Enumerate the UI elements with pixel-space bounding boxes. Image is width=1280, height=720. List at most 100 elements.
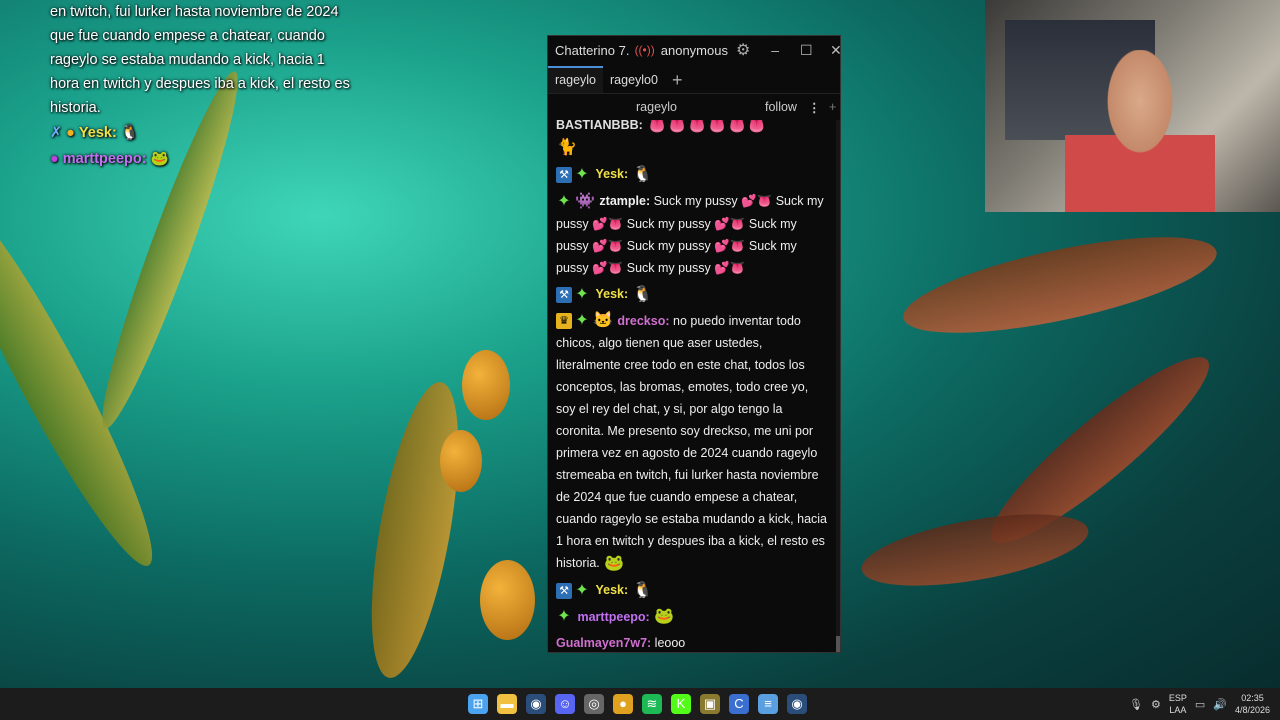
sparkle-badge-icon: ✦ <box>575 312 589 330</box>
clock-date: 4/8/2026 <box>1234 705 1270 715</box>
clock-time: 02:35 <box>1241 693 1264 703</box>
chat-message[interactable]: Gualmayen7w7: leooo <box>556 632 830 652</box>
app-title: Chatterino 7. <box>555 42 630 58</box>
volume-icon[interactable]: 🔊 <box>1213 698 1227 711</box>
steam2-icon[interactable]: ◉ <box>787 694 807 714</box>
ccleaner-icon[interactable]: C <box>729 694 749 714</box>
sword-badge-icon: ✗ <box>50 125 63 141</box>
gear-icon[interactable]: ⚙ <box>736 40 750 60</box>
tab-rageylo[interactable]: rageylo <box>548 66 603 93</box>
microphone-icon[interactable]: 🎙 <box>1129 698 1143 711</box>
add-split-button[interactable]: + <box>829 100 836 114</box>
windows-start-icon[interactable]: ⊞ <box>468 694 488 714</box>
close-button[interactable]: ✕ <box>830 42 842 59</box>
app2-icon[interactable]: ▣ <box>700 694 720 714</box>
hammer-badge-icon: ⚒ <box>556 582 572 599</box>
message-username[interactable]: dreckso: <box>617 314 669 328</box>
message-text: Suck my pussy 💕👅 Suck my pussy 💕👅 Suck m… <box>556 194 824 275</box>
sparkle-badge-icon: ✦ <box>557 192 571 210</box>
message-username[interactable]: marttpeepo: <box>577 610 649 624</box>
clock[interactable]: 02:35 4/8/2026 <box>1235 692 1270 716</box>
alien-badge-icon: 👾 <box>575 192 595 210</box>
kick-icon[interactable]: K <box>671 694 691 714</box>
message-text: no puedo inventar todo chicos, algo tien… <box>556 313 828 571</box>
notepad-icon[interactable]: ≡ <box>758 694 778 714</box>
overlay-username: Yesk: <box>78 125 117 141</box>
language-code: ESP <box>1168 693 1187 703</box>
hammer-badge-icon: ⚒ <box>556 286 572 303</box>
scrollbar-thumb[interactable] <box>836 636 840 652</box>
add-tab-button[interactable]: + <box>665 68 690 93</box>
cat-emote-icon: 🐈 <box>557 139 577 157</box>
follow-button[interactable]: follow <box>765 100 797 114</box>
chat-message[interactable]: BASTIANBBB: 👅👅👅👅👅👅 🐈 <box>556 120 830 159</box>
webcam-person <box>1065 50 1215 212</box>
system-tray: 🎙 ⚙ ESP LAA ▭ 🔊 02:35 4/8/2026 <box>1129 692 1270 716</box>
tab-rageylo0[interactable]: rageylo0 <box>603 71 665 93</box>
cat-badge-icon: 🐱 <box>593 312 613 330</box>
chrome-icon[interactable]: ● <box>613 694 633 714</box>
kelp-decoration <box>354 376 476 684</box>
titlebar[interactable]: Chatterino 7. ((•)) anonymous ⚙ – ☐ ✕ <box>548 36 842 64</box>
overlay-message-text: en twitch, fui lurker hasta noviembre de… <box>50 4 350 116</box>
kelp-decoration <box>856 500 1094 600</box>
chat-message[interactable]: ✦ marttpeepo: 🐸 <box>556 606 830 629</box>
penguin-emote-icon: 🐧 <box>632 581 653 599</box>
frog-emote-icon: 🐸 <box>150 151 169 167</box>
purple-badge-icon: ● <box>50 151 59 167</box>
maximize-button[interactable]: ☐ <box>800 42 813 59</box>
chat-message[interactable]: ⚒ ✦ Yesk: 🐧 <box>556 163 830 186</box>
message-list[interactable]: BASTIANBBB: 👅👅👅👅👅👅 🐈 ⚒ ✦ Yesk: 🐧 ✦ 👾 ztamp… <box>548 120 838 652</box>
discord-icon[interactable]: ☺ <box>555 694 575 714</box>
settings-icon[interactable]: ⚙ <box>1151 698 1161 711</box>
chat-message[interactable]: ⚒ ✦ Yesk: 🐧 <box>556 283 830 306</box>
input-language[interactable]: ESP LAA <box>1169 692 1187 716</box>
kelp-bulb <box>440 430 482 492</box>
frog-emote-icon: 🐸 <box>604 554 625 572</box>
kelp-bulb <box>462 350 510 420</box>
message-username[interactable]: Yesk: <box>595 287 628 301</box>
chatterino-window[interactable]: Chatterino 7. ((•)) anonymous ⚙ – ☐ ✕ ra… <box>547 35 842 653</box>
message-username[interactable]: Yesk: <box>595 583 628 597</box>
penguin-emote-icon: 🐧 <box>632 285 653 303</box>
message-username[interactable]: Gualmayen7w7: <box>556 636 651 650</box>
taskbar: ⊞ ▬ ◉ ☺ ◎ ● ≋ K ▣ C ≡ ◉ 🎙 ⚙ ESP LAA ▭ 🔊 02:35 4/8/2… <box>0 688 1280 720</box>
sparkle-badge-icon: ✦ <box>557 608 571 626</box>
live-status-icon: ((•)) <box>634 43 655 57</box>
overlay-row: ✗ ● Yesk: 🐧 <box>50 120 350 146</box>
chat-message[interactable]: ♛ ✦ 🐱 dreckso: no puedo inventar todo chic… <box>556 310 830 575</box>
scrollbar-track[interactable] <box>836 120 840 652</box>
chat-message[interactable]: ✦ 👾 ztample: Suck my pussy 💕👅 Suck my pus… <box>556 190 830 279</box>
chat-message[interactable]: ⚒ ✦ Yesk: 🐧 <box>556 579 830 602</box>
message-username[interactable]: BASTIANBBB: <box>556 120 643 132</box>
network-icon[interactable]: ▭ <box>1195 698 1205 711</box>
sparkle-badge-icon: ✦ <box>575 285 589 303</box>
crown-badge-icon: ♛ <box>556 313 572 330</box>
file-explorer-icon[interactable]: ▬ <box>497 694 517 714</box>
channel-name[interactable]: rageylo <box>636 100 677 114</box>
sparkle-badge-icon: ✦ <box>575 166 589 184</box>
minimize-button[interactable]: – <box>770 42 780 58</box>
stream-chat-overlay: en twitch, fui lurker hasta noviembre de… <box>50 0 350 172</box>
penguin-emote-icon: 🐧 <box>120 125 139 141</box>
hammer-badge-icon: ⚒ <box>556 167 572 184</box>
app-icon[interactable]: ◎ <box>584 694 604 714</box>
emoji-badge-icon: ● <box>66 125 75 141</box>
spotify-icon[interactable]: ≋ <box>642 694 662 714</box>
penguin-emote-icon: 🐧 <box>632 166 653 184</box>
webcam-feed <box>985 0 1280 212</box>
sparkle-badge-icon: ✦ <box>575 581 589 599</box>
keyboard-layout: LAA <box>1169 705 1187 715</box>
overlay-row: ● marttpeepo: 🐸 <box>50 146 350 172</box>
taskbar-apps: ⊞ ▬ ◉ ☺ ◎ ● ≋ K ▣ C ≡ ◉ <box>468 694 807 714</box>
split-header: rageylo follow ⋮ + <box>548 94 840 120</box>
message-username[interactable]: ztample: <box>599 194 650 208</box>
message-username[interactable]: Yesk: <box>595 167 628 181</box>
steam-icon[interactable]: ◉ <box>526 694 546 714</box>
kelp-decoration <box>896 217 1224 353</box>
split-menu-button[interactable]: ⋮ <box>808 100 821 115</box>
message-text: leooo <box>654 636 686 651</box>
account-name[interactable]: anonymous <box>661 43 728 58</box>
frog-emote-icon: 🐸 <box>654 608 675 626</box>
overlay-username: marttpeepo: <box>62 151 147 167</box>
